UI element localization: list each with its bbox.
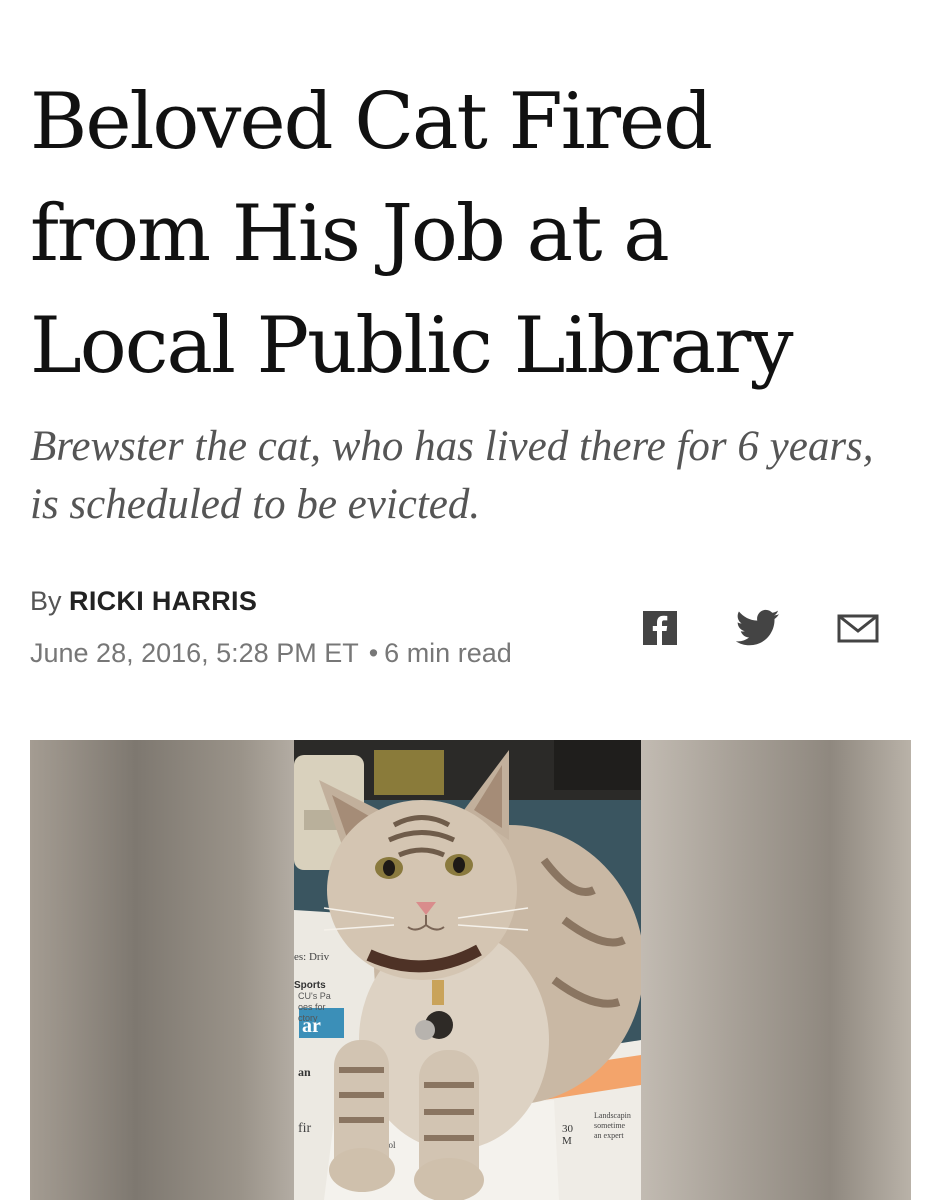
paper-text-14: M — [562, 1135, 572, 1147]
article: Beloved Cat Fired from His Job at a Loca… — [0, 0, 942, 1200]
paper-text-2: Sports — [294, 980, 326, 991]
author-link[interactable]: RICKI HARRIS — [69, 586, 257, 616]
photo-blur-right — [641, 740, 911, 1200]
separator-dot: • — [368, 638, 379, 668]
share-bar — [640, 608, 890, 652]
paper-text-3: CU's Pa — [298, 991, 331, 1001]
email-icon[interactable] — [836, 608, 880, 652]
lead-photo: es: Driv Sports CU's Pa oes for ctory ar… — [30, 740, 911, 1200]
paper-text-7: an — [298, 1065, 311, 1079]
read-time: 6 min read — [384, 638, 512, 668]
photo-blur-left — [30, 740, 294, 1200]
paper-text-4: oes for — [298, 1002, 326, 1012]
paper-text-11: sometime — [594, 1121, 626, 1130]
paper-text-8: fir — [298, 1121, 312, 1136]
paper-text-6: ar — [302, 1015, 321, 1037]
byline-prefix: By — [30, 586, 62, 616]
paper-text-1: es: Driv — [294, 951, 330, 963]
byline: By RICKI HARRIS — [30, 586, 257, 617]
subheadline: Brewster the cat, who has lived there fo… — [30, 423, 874, 528]
paper-text-12: an expert — [594, 1131, 624, 1140]
dateline: June 28, 2016, 5:28 PM ET • 6 min read — [30, 638, 512, 669]
paper-text-10: Landscapin — [594, 1111, 631, 1120]
publish-date: June 28, 2016, 5:28 PM ET — [30, 638, 359, 668]
paper-text-13: 30 — [562, 1123, 574, 1135]
cat-photo: es: Driv Sports CU's Pa oes for ctory ar… — [294, 740, 641, 1200]
facebook-icon[interactable] — [640, 608, 684, 652]
twitter-icon[interactable] — [735, 608, 780, 652]
headline: Beloved Cat Fired from His Job at a Loca… — [30, 77, 794, 391]
